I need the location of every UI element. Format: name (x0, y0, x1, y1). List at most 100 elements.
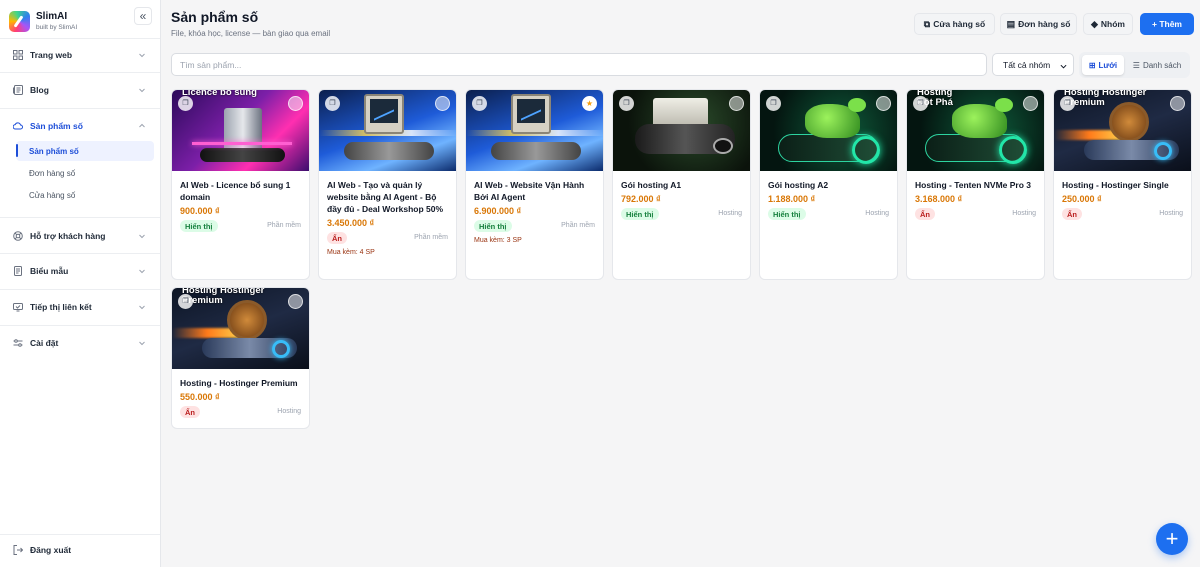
sidebar-subitem-san-pham-so[interactable]: Sản phẩm số (16, 141, 154, 161)
star-icon[interactable] (876, 96, 891, 111)
plus-icon: + (1165, 526, 1179, 551)
copy-icon[interactable]: ❐ (619, 96, 634, 111)
product-meta: Hiển thị Hosting (621, 208, 742, 220)
sidebar-item-trang-web[interactable]: Trang web (0, 44, 160, 66)
copy-icon[interactable]: ❐ (178, 96, 193, 111)
divider (0, 325, 160, 326)
product-card[interactable]: Hosting Hostinger Premium ❐ Hosting - Host… (1053, 89, 1192, 280)
product-card[interactable]: Hosting Hostinger Premium ❐ Hosting - Host… (171, 287, 310, 429)
chevron-down-icon (138, 339, 146, 347)
group-select[interactable]: Tất cả nhóm (992, 53, 1074, 76)
copy-icon[interactable]: ❐ (325, 96, 340, 111)
group-select-value: Tất cả nhóm (1003, 59, 1051, 70)
thumbnail-caption: Licence bổ sung (182, 90, 257, 98)
copy-icon[interactable]: ❐ (913, 96, 928, 111)
product-category: Hosting (865, 210, 889, 217)
product-category: Hosting (277, 408, 301, 415)
brand[interactable]: SlimAI built by SlimAI (9, 9, 77, 33)
star-icon[interactable] (1170, 96, 1185, 111)
star-icon[interactable] (729, 96, 744, 111)
tag-icon: ◆ (1090, 18, 1098, 29)
sidebar-item-blog[interactable]: Blog (0, 79, 160, 101)
status-badge: Hiển thị (621, 208, 659, 220)
product-category: Phần mềm (561, 222, 595, 229)
grid-icon (13, 50, 23, 60)
product-card[interactable]: ❐ AI Web - Tạo và quản lý website bằng AI… (318, 89, 457, 280)
grid-view-button[interactable]: ⊞ Lưới (1082, 55, 1124, 75)
sidebar-item-label: Sản phẩm số (30, 121, 83, 131)
list-view-button[interactable]: ☰ Danh sách (1127, 55, 1187, 75)
star-icon[interactable]: ★ (582, 96, 597, 111)
sidebar-item-label: Tiếp thị liên kết (30, 302, 92, 312)
product-card[interactable]: ❐ Gói hosting A1 792.000 ₫ Hiển thị Hosting (612, 89, 751, 280)
product-meta: Ẩn Hosting (915, 208, 1036, 220)
copy-icon[interactable]: ❐ (472, 96, 487, 111)
product-price: 250.000 ₫ (1062, 194, 1102, 204)
product-price: 3.168.000 ₫ (915, 194, 963, 204)
thumbnail-caption: Hosting Hostinger Premium (1064, 90, 1147, 108)
copy-icon[interactable]: ❐ (766, 96, 781, 111)
product-card[interactable]: Licence bổ sung ❐ AI Web - Licence bổ sung… (171, 89, 310, 280)
logout-button[interactable]: Đăng xuất (13, 545, 71, 555)
product-card[interactable]: Hosting Đột Phá❐ Hosting - Tenten NVMe Pr… (906, 89, 1045, 280)
product-thumbnail: Licence bổ sung ❐ (172, 90, 309, 171)
sidebar-item-label: Hỗ trợ khách hàng (30, 231, 106, 241)
sidebar-item-san-pham-so[interactable]: Sản phẩm số (0, 115, 160, 137)
star-icon[interactable] (435, 96, 450, 111)
divider (0, 534, 160, 535)
product-meta: Hiển thị Phần mềm (180, 220, 301, 232)
product-card[interactable]: ❐ Gói hosting A2 1.188.000 ₫ Hiển thị Hostin… (759, 89, 898, 280)
bundle-info: Mua kèm: 4 SP (327, 249, 375, 256)
cloud-icon (13, 121, 23, 131)
status-badge: Ẩn (1062, 208, 1082, 220)
groups-button-label: Nhóm (1100, 19, 1125, 29)
sidebar-subitem-don-hang-so[interactable]: Đơn hàng số (16, 163, 154, 183)
app-name: SlimAI (36, 10, 68, 22)
thumbnail-caption: Hosting Đột Phá (917, 90, 953, 108)
form-icon (13, 266, 23, 276)
view-toggle: ⊞ Lưới ☰ Danh sách (1079, 52, 1190, 78)
star-icon[interactable] (1023, 96, 1038, 111)
sidebar-subitem-cua-hang-so[interactable]: Cửa hàng số (16, 185, 154, 205)
chevron-down-icon (138, 232, 146, 240)
chevron-down-icon (138, 267, 146, 275)
search-input[interactable] (171, 53, 987, 76)
list-view-label: Danh sách (1142, 60, 1182, 70)
star-icon[interactable] (288, 96, 303, 111)
sliders-icon (13, 338, 23, 348)
store-button[interactable]: ⧉ Cửa hàng số (914, 13, 995, 35)
external-link-icon: ⧉ (923, 18, 931, 29)
star-icon[interactable] (288, 294, 303, 309)
newspaper-icon (13, 85, 23, 95)
product-price: 792.000 ₫ (621, 194, 661, 204)
product-thumbnail: Hosting Hostinger Premium ❐ (172, 288, 309, 369)
sidebar-item-cai-dat[interactable]: Cài đặt (0, 332, 160, 354)
divider (0, 217, 160, 218)
copy-icon[interactable]: ❐ (178, 294, 193, 309)
chevron-up-icon (138, 122, 146, 130)
divider (0, 108, 160, 109)
sidebar-item-label: Trang web (30, 50, 73, 60)
product-card[interactable]: ❐ ★ AI Web - Website Vận Hành Bởi AI Agent… (465, 89, 604, 280)
add-floating-button[interactable]: + (1156, 523, 1188, 555)
grid-view-label: Lưới (1098, 60, 1118, 70)
groups-button[interactable]: ◆ Nhóm (1083, 13, 1133, 35)
sidebar-item-ho-tro-khach-hang[interactable]: Hỗ trợ khách hàng (0, 225, 160, 247)
product-category: Hosting (1159, 210, 1183, 217)
product-name: Gói hosting A1 (621, 180, 682, 190)
bundle-info: Mua kèm: 3 SP (474, 237, 522, 244)
add-product-button[interactable]: + Thêm (1140, 13, 1194, 35)
product-name: AI Web - Website Vận Hành Bởi AI Agent (474, 180, 585, 202)
copy-icon[interactable]: ❐ (1060, 96, 1075, 111)
product-thumbnail: ❐ (760, 90, 897, 171)
product-category: Hosting (718, 210, 742, 217)
product-price: 6.900.000 ₫ (474, 206, 522, 216)
product-category: Phần mềm (267, 222, 301, 229)
orders-button[interactable]: ▤ Đơn hàng số (1000, 13, 1077, 35)
app-tagline: built by SlimAI (36, 23, 78, 31)
product-meta: Ẩn Phần mềm (327, 232, 448, 244)
divider (0, 253, 160, 254)
collapse-sidebar-button[interactable]: « (134, 7, 152, 25)
sidebar-item-tiep-thi-lien-ket[interactable]: Tiếp thị liên kết (0, 296, 160, 318)
sidebar-item-bieu-mau[interactable]: Biểu mẫu (0, 260, 160, 282)
